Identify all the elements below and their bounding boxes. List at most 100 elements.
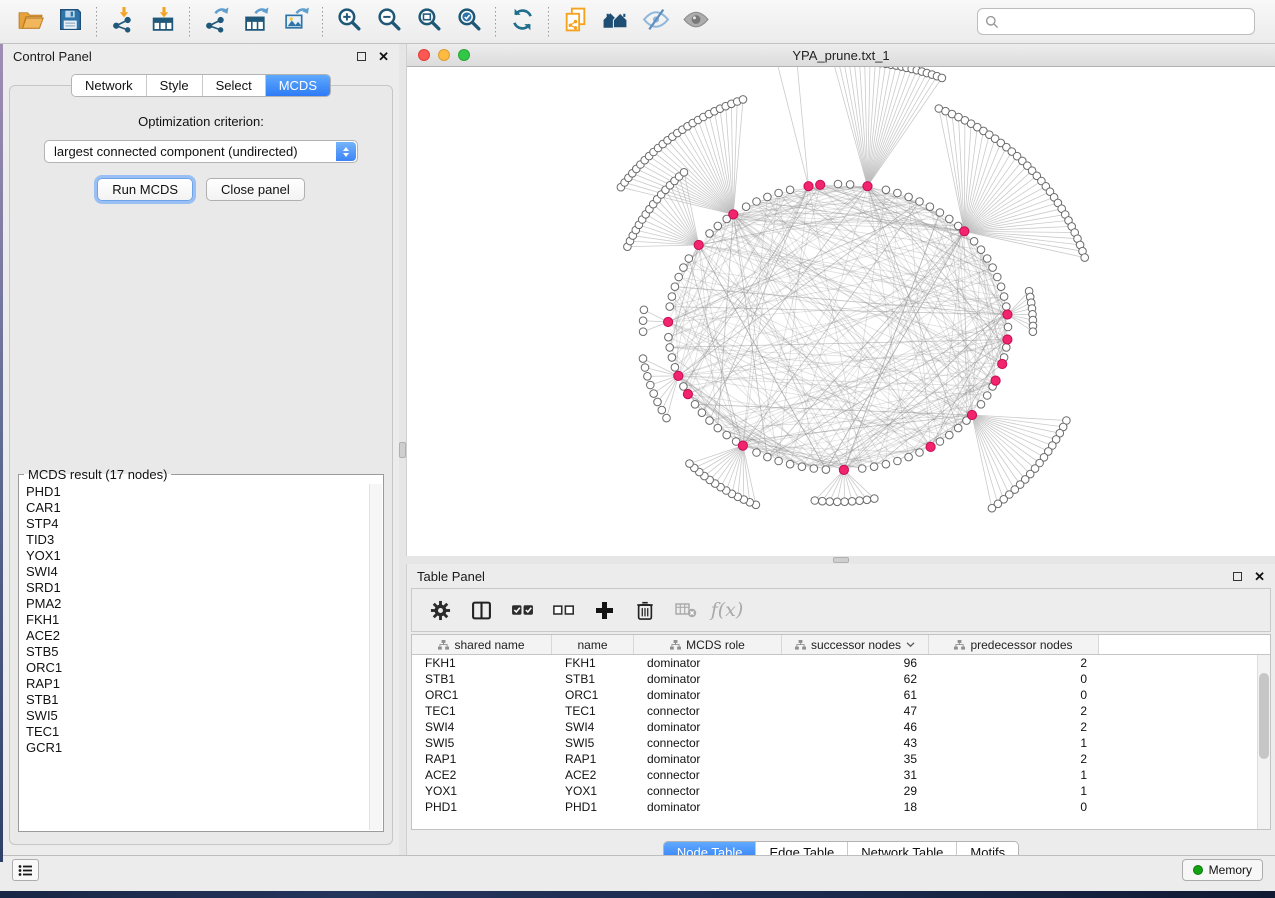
table-cell[interactable]: SWI5	[552, 735, 634, 751]
export-network-button[interactable]	[196, 4, 236, 40]
column-header[interactable]: name	[552, 635, 634, 654]
table-cell[interactable]: TEC1	[412, 703, 552, 719]
mcds-result-item[interactable]: YOX1	[20, 548, 369, 564]
home-button[interactable]	[595, 4, 635, 40]
table-row[interactable]: STB1STB1dominator620	[412, 671, 1256, 687]
table-cell[interactable]: 1	[929, 783, 1099, 799]
table-cell[interactable]: 2	[929, 655, 1099, 671]
table-cell[interactable]: 1	[929, 767, 1099, 783]
table-cell[interactable]: 1	[929, 735, 1099, 751]
float-table-panel-button[interactable]	[1233, 572, 1242, 581]
table-cell[interactable]: ORC1	[552, 687, 634, 703]
table-cell[interactable]: FKH1	[552, 655, 634, 671]
table-cell[interactable]: 0	[929, 671, 1099, 687]
table-cell[interactable]: 35	[782, 751, 929, 767]
table-cell[interactable]: dominator	[634, 799, 782, 815]
column-header[interactable]: predecessor nodes	[929, 635, 1099, 654]
table-cell[interactable]: connector	[634, 767, 782, 783]
table-cell[interactable]: 62	[782, 671, 929, 687]
table-row[interactable]: ACE2ACE2connector311	[412, 767, 1256, 783]
table-row[interactable]: RAP1RAP1dominator352	[412, 751, 1256, 767]
table-cell[interactable]: 18	[782, 799, 929, 815]
float-panel-button[interactable]	[357, 52, 366, 61]
apply-function-button[interactable]: f(x)	[715, 598, 739, 622]
mcds-result-item[interactable]: ORC1	[20, 660, 369, 676]
mcds-result-item[interactable]: PHD1	[20, 484, 369, 500]
memory-button[interactable]: Memory	[1182, 859, 1263, 881]
table-cell[interactable]: dominator	[634, 655, 782, 671]
mcds-result-item[interactable]: TEC1	[20, 724, 369, 740]
mcds-result-item[interactable]: CAR1	[20, 500, 369, 516]
table-row[interactable]: PHD1PHD1dominator180	[412, 799, 1256, 815]
task-history-button[interactable]	[12, 859, 39, 881]
table-options-gear-button[interactable]	[428, 598, 452, 622]
close-panel-button[interactable]: ✕	[378, 50, 389, 63]
table-cell[interactable]: connector	[634, 783, 782, 799]
mcds-result-item[interactable]: RAP1	[20, 676, 369, 692]
save-session-button[interactable]	[50, 4, 90, 40]
table-row[interactable]: ORC1ORC1dominator610	[412, 687, 1256, 703]
table-cell[interactable]: 31	[782, 767, 929, 783]
zoom-out-button[interactable]	[369, 4, 409, 40]
tab-select[interactable]: Select	[202, 75, 265, 96]
tab-network[interactable]: Network	[72, 75, 146, 96]
table-cell[interactable]: ORC1	[412, 687, 552, 703]
table-row[interactable]: SWI4SWI4dominator462	[412, 719, 1256, 735]
open-file-button[interactable]	[10, 4, 50, 40]
mcds-result-item[interactable]: GCR1	[20, 740, 369, 756]
table-cell[interactable]: 61	[782, 687, 929, 703]
select-all-button[interactable]	[510, 598, 534, 622]
zoom-fit-button[interactable]	[409, 4, 449, 40]
close-table-panel-button[interactable]: ✕	[1254, 570, 1265, 583]
table-cell[interactable]: SWI4	[552, 719, 634, 735]
table-row[interactable]: SWI5SWI5connector431	[412, 735, 1256, 751]
table-cell[interactable]: TEC1	[552, 703, 634, 719]
mcds-result-item[interactable]: STB1	[20, 692, 369, 708]
table-cell[interactable]: 0	[929, 799, 1099, 815]
table-cell[interactable]: SWI4	[412, 719, 552, 735]
add-column-button[interactable]	[592, 598, 616, 622]
table-cell[interactable]: SWI5	[412, 735, 552, 751]
divider-grip[interactable]	[833, 557, 849, 563]
table-cell[interactable]: connector	[634, 703, 782, 719]
share-document-button[interactable]	[555, 4, 595, 40]
table-cell[interactable]: YOX1	[552, 783, 634, 799]
maximize-window-button[interactable]	[458, 49, 470, 61]
horizontal-split-divider[interactable]	[406, 556, 1275, 564]
show-all-button[interactable]	[675, 4, 715, 40]
table-cell[interactable]: 96	[782, 655, 929, 671]
table-cell[interactable]: ACE2	[412, 767, 552, 783]
divider-grip[interactable]	[399, 442, 406, 458]
table-scrollbar[interactable]	[1257, 655, 1270, 829]
table-cell[interactable]: PHD1	[552, 799, 634, 815]
table-cell[interactable]: 2	[929, 703, 1099, 719]
import-network-button[interactable]	[103, 4, 143, 40]
mcds-list-scrollbar[interactable]	[369, 484, 382, 830]
minimize-window-button[interactable]	[438, 49, 450, 61]
zoom-in-button[interactable]	[329, 4, 369, 40]
delete-column-button[interactable]	[633, 598, 657, 622]
network-canvas[interactable]	[407, 67, 1275, 556]
table-cell[interactable]: dominator	[634, 671, 782, 687]
export-table-button[interactable]	[236, 4, 276, 40]
column-header[interactable]: successor nodes	[782, 635, 929, 654]
table-cell[interactable]: STB1	[552, 671, 634, 687]
network-graph[interactable]	[407, 67, 1275, 556]
refresh-view-button[interactable]	[502, 4, 542, 40]
mcds-result-item[interactable]: STP4	[20, 516, 369, 532]
import-table-button[interactable]	[143, 4, 183, 40]
table-cell[interactable]: STB1	[412, 671, 552, 687]
show-columns-button[interactable]	[469, 598, 493, 622]
mcds-result-item[interactable]: SRD1	[20, 580, 369, 596]
table-cell[interactable]: PHD1	[412, 799, 552, 815]
mcds-result-item[interactable]: PMA2	[20, 596, 369, 612]
column-header[interactable]: shared name	[412, 635, 552, 654]
table-cell[interactable]: YOX1	[412, 783, 552, 799]
close-panel-action-button[interactable]: Close panel	[206, 178, 305, 201]
table-cell[interactable]: dominator	[634, 687, 782, 703]
table-cell[interactable]: 0	[929, 687, 1099, 703]
mcds-result-item[interactable]: ACE2	[20, 628, 369, 644]
deselect-all-button[interactable]	[551, 598, 575, 622]
table-cell[interactable]: 29	[782, 783, 929, 799]
search-input[interactable]	[1004, 13, 1247, 30]
